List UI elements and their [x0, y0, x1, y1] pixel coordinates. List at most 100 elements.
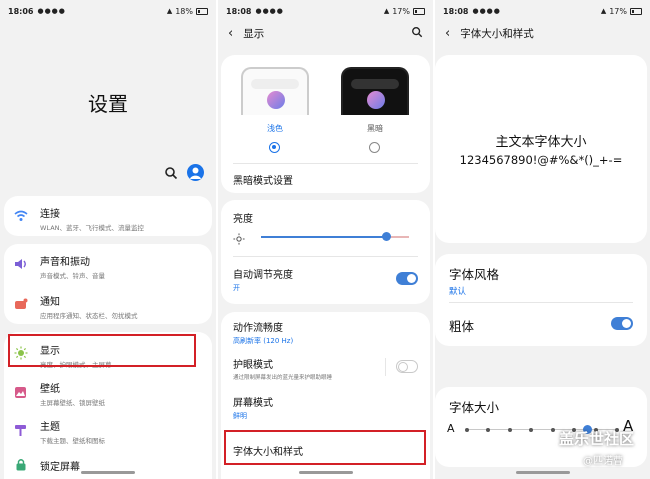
item-title: 连接: [40, 209, 60, 220]
item-subtitle: 应用程序通知、状态栏、勿扰模式: [40, 312, 138, 320]
theme-preview-orb: [367, 91, 385, 109]
screen-mode-value: 鲜明: [233, 412, 247, 420]
wallpaper-icon: [12, 384, 29, 401]
auto-brightness-toggle[interactable]: [396, 272, 418, 285]
signal-icon: ▲: [600, 7, 607, 15]
wifi-icon: [12, 207, 29, 224]
dark-mode-settings-row[interactable]: 黑暗模式设置: [221, 165, 430, 191]
font-size-small-label: A: [447, 422, 455, 435]
search-icon[interactable]: [164, 165, 178, 180]
status-bar: 18:08 ●●●● ▲ 17%: [218, 0, 433, 22]
back-arrow-icon[interactable]: ‹: [228, 26, 233, 41]
home-indicator[interactable]: [298, 471, 353, 474]
font-style-label: 字体风格: [449, 267, 500, 282]
dark-theme-radio[interactable]: [369, 142, 380, 153]
home-indicator[interactable]: [515, 471, 570, 474]
settings-item-lock-screen[interactable]: 锁定屏幕: [4, 450, 212, 479]
item-subtitle: 声音模式、铃声、音量: [40, 272, 105, 280]
battery-level: 17%: [392, 6, 410, 16]
settings-item-themes[interactable]: 主题 下载主题、壁纸和图标: [4, 412, 212, 450]
item-title: 声音和振动: [40, 257, 90, 268]
theme-preview-orb: [267, 91, 285, 109]
divider: [233, 163, 418, 164]
battery-level: 17%: [609, 6, 627, 16]
dark-theme-preview: [341, 67, 409, 115]
notification-icon: [12, 295, 29, 312]
theme-icon: [12, 422, 29, 439]
divider: [449, 302, 633, 303]
item-subtitle: WLAN、蓝牙、飞行模式、流量监控: [40, 224, 145, 232]
home-indicator[interactable]: [81, 471, 135, 474]
profile-avatar-icon[interactable]: [187, 164, 204, 181]
header-title: 字体大小和样式: [460, 27, 534, 40]
settings-item-notifications[interactable]: 通知 应用程序通知、状态栏、勿扰模式: [4, 284, 212, 324]
motion-smoothness-row[interactable]: 动作流畅度 高刷新率 (120 Hz): [221, 312, 430, 348]
screen-mode-label: 屏幕模式: [233, 398, 273, 409]
brightness-slider[interactable]: [261, 232, 409, 242]
page-title: 设置: [88, 92, 128, 116]
eye-comfort-subtitle: 通过限制屏幕发出的蓝光量来护眼助眼睡: [233, 375, 333, 381]
settings-item-sound[interactable]: 声音和振动 声音模式、铃声、音量: [4, 244, 212, 284]
item-title: 锁定屏幕: [40, 462, 80, 473]
item-subtitle: 下载主题、壁纸和图标: [40, 437, 105, 445]
motion-smoothness-value: 高刷新率 (120 Hz): [233, 337, 294, 345]
battery-icon: [630, 7, 642, 15]
community-watermark: 盖乐世社区: [559, 430, 635, 448]
status-time: 18:06: [8, 6, 34, 16]
community-watermark-user: @匹诺曹: [583, 456, 623, 467]
dark-mode-settings-label: 黑暗模式设置: [233, 176, 293, 187]
battery-level: 18%: [175, 6, 193, 16]
signal-icon: ▲: [166, 7, 173, 15]
display-screen: 18:08 ●●●● ▲ 17% ‹ 显示 浅色 黑暗 黑暗模式设置 亮度 自动…: [218, 0, 433, 479]
brightness-card: 亮度 自动调节亮度 开: [221, 200, 430, 304]
auto-brightness-label: 自动调节亮度: [233, 270, 293, 281]
light-theme-option[interactable]: 浅色: [241, 67, 311, 157]
back-arrow-icon[interactable]: ‹: [445, 26, 450, 41]
font-size-slider-tick[interactable]: [465, 427, 469, 432]
settings-item-connections[interactable]: 连接 WLAN、蓝牙、飞行模式、流量监控: [4, 196, 212, 236]
eye-comfort-row[interactable]: 护眼模式 通过限制屏幕发出的蓝光量来护眼助眼睡: [221, 350, 430, 386]
highlight-display: [8, 334, 196, 367]
battery-icon: [413, 7, 425, 15]
font-size-style-screen: 18:08 ●●●● ▲ 17% ‹ 字体大小和样式 主文本字体大小 12345…: [435, 0, 650, 479]
screen-mode-row[interactable]: 屏幕模式 鲜明: [221, 388, 430, 424]
lock-screen-icon: [12, 456, 29, 473]
font-size-slider-tick[interactable]: [550, 427, 555, 432]
settings-item-wallpaper[interactable]: 壁纸 主屏幕壁纸、锁屏壁纸: [4, 374, 212, 412]
item-subtitle: 主屏幕壁纸、锁屏壁纸: [40, 399, 105, 407]
font-style-value: 默认: [449, 287, 467, 297]
bold-row[interactable]: 粗体: [435, 304, 647, 344]
dark-theme-label: 黑暗: [367, 124, 383, 133]
bold-label: 粗体: [449, 319, 475, 334]
app-header: ‹ 显示: [218, 22, 433, 44]
status-bar: 18:06 ●●●● ▲ 18%: [0, 0, 216, 22]
font-size-slider-tick[interactable]: [507, 427, 512, 432]
dark-theme-option[interactable]: 黑暗: [341, 67, 411, 157]
search-icon[interactable]: [411, 26, 423, 41]
motion-smoothness-label: 动作流畅度: [233, 323, 283, 334]
signal-icon: ▲: [383, 7, 390, 15]
status-time: 18:08: [226, 6, 252, 16]
font-size-slider-tick[interactable]: [529, 427, 534, 432]
brightness-slider-thumb[interactable]: [382, 232, 392, 241]
font-size-label: 字体大小: [449, 400, 500, 415]
divider: [385, 358, 386, 376]
bold-toggle[interactable]: [611, 317, 633, 330]
font-style-card: 字体风格 默认 粗体: [435, 254, 647, 346]
eye-comfort-label: 护眼模式: [233, 360, 273, 371]
item-title: 通知: [40, 297, 60, 308]
status-time: 18:08: [443, 6, 469, 16]
header-title: 显示: [243, 27, 265, 40]
preview-text-line1: 主文本字体大小: [495, 135, 587, 150]
font-preview-card: 主文本字体大小 1234567890!@#%&*()_+-=: [435, 55, 647, 243]
connections-card: 连接 WLAN、蓝牙、飞行模式、流量监控: [4, 196, 212, 236]
auto-brightness-row[interactable]: 自动调节亮度 开: [221, 258, 430, 302]
settings-screen: 18:06 ●●●● ▲ 18% 设置 连接 WLAN、蓝牙、飞行模式、流量监控: [0, 0, 216, 479]
theme-card: 浅色 黑暗 黑暗模式设置: [221, 55, 430, 193]
brightness-sun-icon: [233, 230, 245, 249]
brightness-label: 亮度: [233, 214, 253, 225]
eye-comfort-toggle[interactable]: [396, 360, 418, 373]
font-style-row[interactable]: 字体风格 默认: [435, 254, 647, 300]
light-theme-radio[interactable]: [269, 142, 280, 153]
app-header: ‹ 字体大小和样式: [435, 22, 650, 44]
